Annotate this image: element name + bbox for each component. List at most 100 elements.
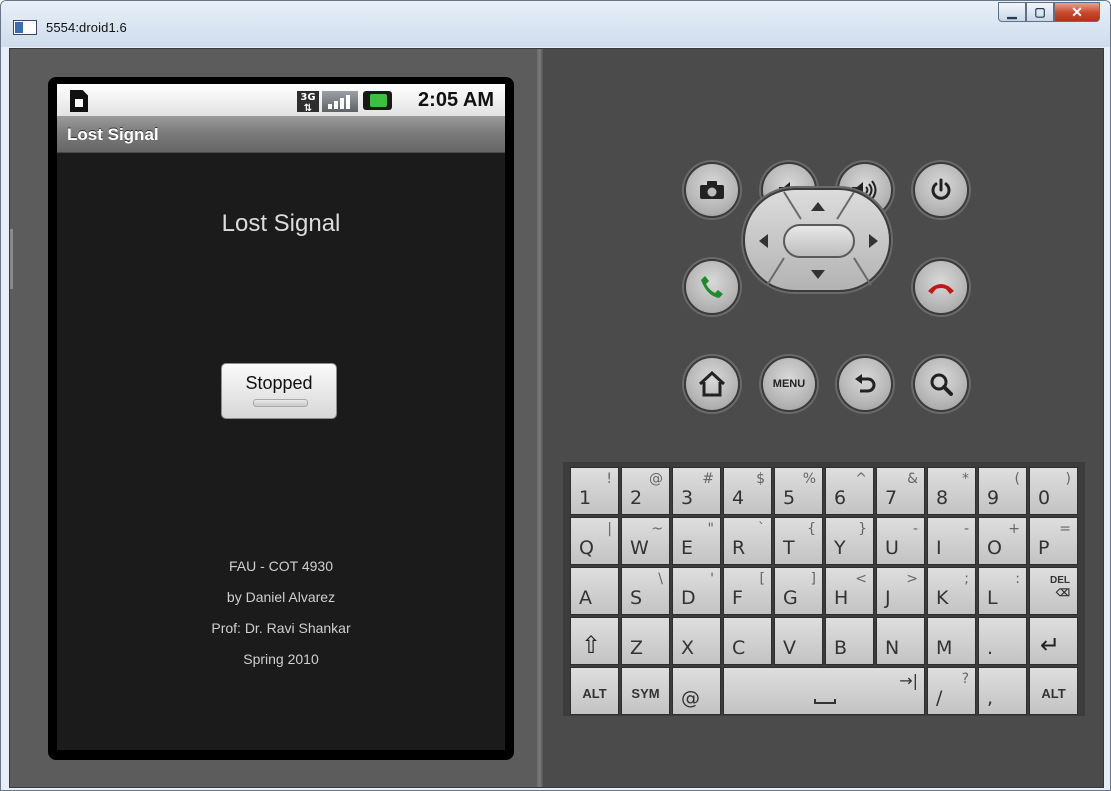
camera-button[interactable] (684, 162, 740, 218)
battery-icon (363, 91, 392, 110)
key-3-8[interactable]: . (978, 617, 1027, 665)
minimize-button[interactable]: ▁ (998, 2, 1026, 22)
app-window-icon (13, 20, 37, 35)
dpad-down-icon[interactable] (811, 270, 825, 279)
key-2-0[interactable]: A (570, 567, 619, 615)
key-1-1[interactable]: W ~ (621, 517, 670, 565)
dpad-left-icon[interactable] (759, 234, 768, 248)
key-alt-label: & (907, 471, 918, 487)
credit-author: by Daniel Alvarez (226, 589, 336, 605)
dpad-up-icon[interactable] (811, 202, 825, 211)
key-1-9[interactable]: P = (1029, 517, 1078, 565)
key-main-label: R (732, 537, 746, 559)
network-3g-icon: 3G ⇅ (297, 91, 319, 114)
key-2-1[interactable]: S \ (621, 567, 670, 615)
hardware-keyboard: 1! 2 @3 #4 $5% 6 ^ 7 & 8 * 9(0) Q | W ~ E " R ` T{Y} U - I - O + P =… (563, 462, 1085, 716)
dpad-right-icon[interactable] (869, 234, 878, 248)
search-button[interactable] (913, 356, 969, 412)
key-1-6[interactable]: U- (876, 517, 925, 565)
key-0-4[interactable]: 5% (774, 467, 823, 515)
camera-icon (700, 181, 724, 199)
alt-left-key-label: ALT (582, 686, 607, 701)
key-0-9[interactable]: 0) (1029, 467, 1078, 515)
key-1-5[interactable]: Y} (825, 517, 874, 565)
back-icon (855, 374, 876, 393)
key-2-3[interactable]: F[ (723, 567, 772, 615)
app-title-bar: Lost Signal (57, 117, 505, 153)
key-1-0[interactable]: Q | (570, 517, 619, 565)
key-3-2[interactable]: X (672, 617, 721, 665)
key-1-4[interactable]: T{ (774, 517, 823, 565)
key-0-8[interactable]: 9( (978, 467, 1027, 515)
key-2-2[interactable]: D ' (672, 567, 721, 615)
key-2-8[interactable]: L: (978, 567, 1027, 615)
key-0-1[interactable]: 2 @ (621, 467, 670, 515)
key-2-9[interactable]: DEL ⌫ (1029, 567, 1078, 615)
key-alt-label: % (802, 471, 816, 487)
key-3-0[interactable]: ⇧ (570, 617, 619, 665)
close-button[interactable]: ✕ (1054, 2, 1100, 22)
key-2-5[interactable]: H < (825, 567, 874, 615)
key-3-5[interactable]: B (825, 617, 874, 665)
home-button[interactable] (684, 356, 740, 412)
key-2-4[interactable]: G] (774, 567, 823, 615)
key-main-label: X (681, 637, 695, 659)
call-button[interactable] (684, 259, 740, 315)
key-3-3[interactable]: C (723, 617, 772, 665)
alt-right-key-label: ALT (1041, 686, 1066, 701)
key-3-9[interactable]: ↵ (1029, 617, 1078, 665)
key-2-6[interactable]: J > (876, 567, 925, 615)
key-alt-label: ! (606, 471, 612, 487)
key-0-5[interactable]: 6 ^ (825, 467, 874, 515)
key-0-0[interactable]: 1! (570, 467, 619, 515)
key-1-3[interactable]: R ` (723, 517, 772, 565)
key-2-7[interactable]: K; (927, 567, 976, 615)
key-0-6[interactable]: 7 & (876, 467, 925, 515)
back-button[interactable] (837, 356, 893, 412)
key-1-7[interactable]: I- (927, 517, 976, 565)
key-main-label: S (630, 587, 643, 609)
key-3-4[interactable]: V (774, 617, 823, 665)
key-0-7[interactable]: 8 * (927, 467, 976, 515)
key-3-1[interactable]: Z (621, 617, 670, 665)
key-1-8[interactable]: O + (978, 517, 1027, 565)
key-0-2[interactable]: 3 # (672, 467, 721, 515)
sym-key[interactable]: SYM (621, 667, 670, 715)
signal-toggle-button[interactable]: Stopped (221, 363, 337, 419)
status-bar[interactable]: 3G ⇅ 2:05 AM (57, 84, 505, 117)
key-alt-label: ' (710, 571, 714, 587)
at-key[interactable]: @ (672, 667, 721, 715)
key-main-label: Z (630, 637, 644, 659)
key-alt-label: ~ (651, 521, 663, 537)
alt-right-key[interactable]: ALT (1029, 667, 1078, 715)
key-3-7[interactable]: M (927, 617, 976, 665)
key-alt-label: \ (658, 571, 663, 587)
shift-icon: ⇧ (581, 631, 602, 659)
end-call-button[interactable] (913, 259, 969, 315)
power-button[interactable] (913, 162, 969, 218)
toggle-indicator-light (253, 399, 308, 407)
key-1-2[interactable]: E " (672, 517, 721, 565)
slash-key[interactable]: /? (927, 667, 976, 715)
key-main-label: P (1038, 537, 1050, 559)
menu-button[interactable]: MENU (761, 356, 817, 412)
key-alt-label: - (912, 521, 918, 537)
key-main-label: I (936, 537, 942, 559)
key-main-label: 2 (630, 487, 643, 509)
key-alt-label: ^ (855, 471, 867, 487)
key-alt-label: $ (756, 471, 765, 487)
key-0-3[interactable]: 4 $ (723, 467, 772, 515)
title-bar[interactable]: 5554:droid1.6 ▁ ▢ ✕ (1, 1, 1110, 47)
space-key[interactable]: →| (723, 667, 925, 715)
alt-left-key[interactable]: ALT (570, 667, 619, 715)
device-screen[interactable]: 3G ⇅ 2:05 AM Lost Signal Lost Signal Sto… (57, 84, 505, 750)
comma-key[interactable]: , (978, 667, 1027, 715)
app-heading: Lost Signal (221, 210, 341, 237)
key-main-label: Q (579, 537, 594, 559)
dpad-center-button[interactable] (783, 224, 855, 258)
dpad[interactable] (743, 188, 891, 292)
maximize-button[interactable]: ▢ (1026, 2, 1054, 22)
key-3-6[interactable]: N (876, 617, 925, 665)
phone-screen-bezel: 3G ⇅ 2:05 AM Lost Signal Lost Signal Sto… (48, 77, 514, 760)
toggle-button-label: Stopped (245, 373, 313, 393)
